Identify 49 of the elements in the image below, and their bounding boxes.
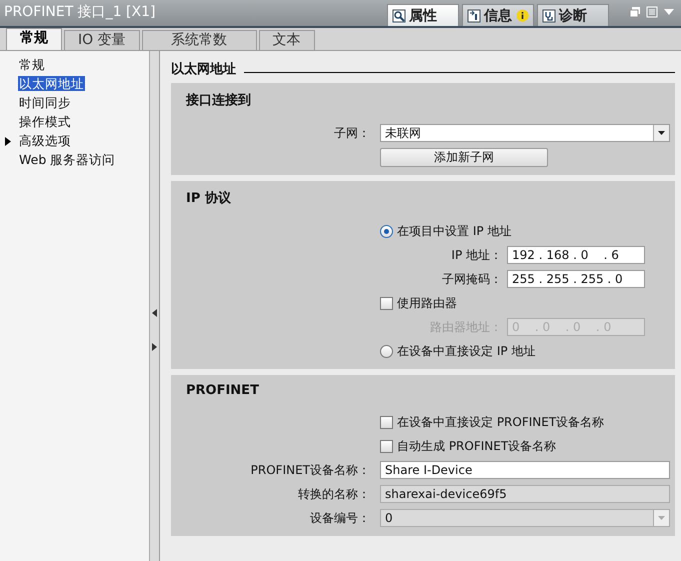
radio-button[interactable] [380, 344, 393, 358]
field-label: 设备编号： [309, 510, 371, 526]
add-subnet-button[interactable]: 添加新子网 [380, 148, 548, 166]
option-label: 使用路由器 [397, 294, 457, 312]
tab[interactable]: IO 变量 [64, 30, 140, 50]
section-title: IP 协议 [186, 190, 232, 207]
option-label: 在设备中直接设定 IP 地址 [397, 342, 536, 360]
inspector-tab[interactable]: 信息 [462, 4, 534, 26]
inspector-tab[interactable]: 属性 [387, 4, 459, 26]
stethoscope-icon [542, 8, 556, 22]
tab[interactable]: 文本 [258, 30, 315, 50]
checkbox[interactable] [380, 416, 393, 428]
expand-arrow-icon[interactable] [5, 137, 11, 146]
checkbox[interactable] [380, 296, 393, 310]
checkbox[interactable] [380, 440, 393, 452]
section-title: PROFINET [186, 383, 260, 398]
magnifier-icon [392, 8, 406, 22]
window-title: PROFINET 接口_1 [X1] [3, 3, 156, 22]
sidebar-item[interactable]: Web 服务器访问 [18, 152, 116, 167]
tab[interactable]: 常规 [6, 28, 62, 50]
ip-address-field[interactable]: 192 . 168 . 0 . 6 [507, 246, 645, 264]
option-label: 在项目中设置 IP 地址 [397, 222, 512, 240]
sidebar-item[interactable]: 时间同步 [18, 95, 72, 110]
ip-address-field[interactable]: 255 . 255 . 255 . 0 [507, 270, 645, 288]
restore-icon[interactable] [629, 6, 641, 18]
page-title: 以太网地址 [171, 61, 236, 78]
tab[interactable]: 系统常数 [142, 30, 257, 50]
option-label: 自动生成 PROFINET设备名称 [397, 438, 556, 454]
expand-right-icon[interactable] [152, 343, 157, 351]
section-title: 接口连接到 [186, 92, 252, 109]
info-badge-icon [516, 9, 529, 22]
collapse-left-icon[interactable] [152, 309, 157, 317]
sidebar-item[interactable]: 高级选项 [18, 133, 72, 148]
sidebar-item[interactable]: 常规 [18, 57, 46, 72]
info-icon [467, 8, 481, 22]
radio-button[interactable] [380, 224, 393, 238]
sidebar-item[interactable]: 操作模式 [18, 114, 72, 129]
input-field[interactable]: Share I-Device [380, 461, 670, 479]
field-label: PROFINET设备名称： [250, 462, 371, 478]
field-label: 子网： [333, 124, 371, 142]
dropdown[interactable]: 未联网 [380, 124, 670, 142]
field-label: 转换的名称： [297, 486, 371, 502]
sidebar-item[interactable]: 以太网地址 [18, 76, 85, 91]
dropdown-arrow-icon[interactable] [658, 131, 665, 135]
field-label: 子网掩码： [442, 270, 502, 288]
menu-icon[interactable] [646, 6, 658, 18]
field-label: IP 地址： [451, 246, 502, 264]
option-label: 在设备中直接设定 PROFINET设备名称 [397, 414, 604, 430]
inspector-tab[interactable]: 诊断 [537, 4, 609, 26]
